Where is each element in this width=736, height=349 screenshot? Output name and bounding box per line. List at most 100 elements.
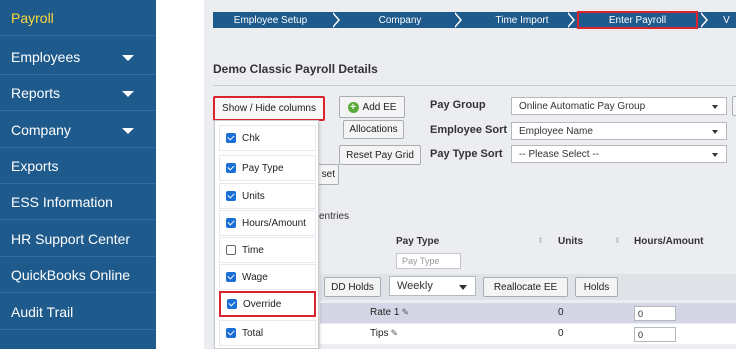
- sidebar-item-label: ESS Information: [11, 193, 113, 210]
- chevron-down-icon: [712, 153, 718, 157]
- column-toggle-time[interactable]: Time: [219, 237, 316, 263]
- column-toggle-label: Time: [242, 244, 264, 256]
- sidebar-item-label: Reports: [11, 84, 61, 101]
- sidebar-item-label: Employees: [11, 48, 81, 65]
- step-arrow-icon: [454, 12, 465, 28]
- sort-icon[interactable]: ⬍: [537, 236, 544, 245]
- column-header-pay-type[interactable]: Pay Type: [396, 236, 439, 247]
- column-toggle-wage[interactable]: Wage: [219, 264, 316, 290]
- units-cell: 0: [558, 307, 564, 318]
- column-toggle-chk[interactable]: Chk: [219, 125, 316, 151]
- employee-sort-label: Employee Sort: [430, 124, 508, 136]
- chevron-down-icon: [712, 130, 718, 134]
- pay-type-sort-label: Pay Type Sort: [430, 148, 503, 160]
- step-enter-payroll[interactable]: Enter Payroll: [577, 11, 698, 29]
- step-next[interactable]: V: [717, 12, 736, 28]
- step-company[interactable]: Company: [345, 12, 455, 28]
- add-ee-label: Add EE: [362, 101, 397, 113]
- column-toggle-label: Wage: [242, 271, 268, 283]
- column-visibility-menu: Chk Pay Type Units Hours/Amount Time Wag…: [214, 120, 319, 349]
- frequency-select[interactable]: Weekly: [389, 276, 476, 296]
- page-title: Demo Classic Payroll Details: [213, 62, 378, 76]
- frequency-value: Weekly: [397, 280, 433, 292]
- pay-group-label: Pay Group: [430, 99, 486, 111]
- checkbox-checked-icon[interactable]: [226, 272, 236, 282]
- column-header-units[interactable]: Units: [558, 236, 583, 247]
- dd-holds-button[interactable]: DD Holds: [324, 277, 381, 297]
- pencil-icon[interactable]: ✎: [401, 307, 409, 318]
- sidebar-item-label: HR Support Center: [11, 230, 131, 247]
- column-toggle-label: Total: [242, 327, 264, 339]
- pay-type-cell[interactable]: Tips ✎: [370, 328, 398, 339]
- column-toggle-pay-type[interactable]: Pay Type: [219, 155, 316, 181]
- divider: [213, 85, 736, 86]
- sidebar-item-audit-trail[interactable]: Audit Trail: [0, 294, 156, 330]
- column-toggle-label: Hours/Amount: [242, 217, 306, 229]
- sidebar-item-reports[interactable]: Reports: [0, 75, 156, 111]
- chevron-down-icon: [122, 55, 134, 61]
- employee-sort-value: Employee Name: [519, 125, 593, 137]
- sidebar-item-label: Company: [11, 121, 71, 138]
- checkbox-unchecked-icon[interactable]: [226, 245, 236, 255]
- sidebar-item-ess-information[interactable]: ESS Information: [0, 184, 156, 220]
- units-cell: 0: [558, 328, 564, 339]
- column-header-hours-amount[interactable]: Hours/Amount: [634, 236, 703, 247]
- sidebar-item-label: Exports: [11, 157, 59, 174]
- gutter: [156, 0, 204, 349]
- sidebar-item-label: Audit Trail: [11, 303, 74, 320]
- step-arrow-icon: [700, 12, 711, 28]
- checkbox-checked-icon[interactable]: [226, 328, 236, 338]
- column-toggle-label: Units: [242, 190, 265, 202]
- show-hide-columns-button[interactable]: Show / Hide columns: [213, 96, 325, 121]
- pay-group-select[interactable]: Online Automatic Pay Group: [511, 97, 727, 115]
- reset-button[interactable]: set: [316, 164, 339, 185]
- add-ee-button[interactable]: + Add EE: [339, 96, 405, 118]
- chevron-down-icon: [122, 128, 134, 134]
- column-toggle-units[interactable]: Units: [219, 183, 316, 209]
- sidebar-item-exports[interactable]: Exports: [0, 148, 156, 184]
- chevron-down-icon: [459, 285, 467, 290]
- sidebar-item-employees[interactable]: Employees: [0, 39, 156, 75]
- sidebar-item-payroll[interactable]: Payroll: [0, 0, 156, 36]
- pay-type-sort-select[interactable]: -- Please Select --: [511, 145, 727, 163]
- edit-pay-group-button[interactable]: [732, 96, 736, 116]
- allocations-button[interactable]: Allocations: [343, 120, 404, 139]
- sidebar-nav: Payroll Employees Reports Company Export…: [0, 0, 156, 349]
- checkbox-checked-icon[interactable]: [226, 191, 236, 201]
- pay-type-filter-input[interactable]: Pay Type: [396, 253, 461, 269]
- column-toggle-total[interactable]: Total: [219, 320, 316, 346]
- table-row: Rate 1 ✎ 0 0: [320, 303, 736, 323]
- holds-button[interactable]: Holds: [575, 277, 618, 297]
- plus-circle-icon: +: [347, 101, 359, 113]
- chevron-down-icon: [712, 105, 718, 109]
- entries-label: entries: [319, 211, 350, 222]
- checkbox-checked-icon[interactable]: [227, 299, 237, 309]
- checkbox-checked-icon[interactable]: [226, 163, 236, 173]
- step-employee-setup[interactable]: Employee Setup: [213, 12, 328, 28]
- checkbox-checked-icon[interactable]: [226, 133, 236, 143]
- sidebar-item-label: Payroll: [11, 9, 54, 26]
- sidebar-item-label: QuickBooks Online: [11, 266, 131, 283]
- pay-type-sort-value: -- Please Select --: [519, 148, 600, 160]
- column-toggle-hours-amount[interactable]: Hours/Amount: [219, 210, 316, 236]
- sort-icon[interactable]: ⬍: [614, 236, 621, 245]
- pay-type-value: Tips: [370, 328, 389, 339]
- employee-sort-select[interactable]: Employee Name: [511, 122, 727, 140]
- pay-type-cell[interactable]: Rate 1 ✎: [370, 307, 409, 318]
- hours-amount-input[interactable]: 0: [634, 306, 676, 321]
- reallocate-ee-button[interactable]: Reallocate EE: [483, 277, 568, 297]
- reset-pay-grid-button[interactable]: Reset Pay Grid: [339, 145, 421, 165]
- hours-amount-input[interactable]: 0: [634, 327, 676, 342]
- sidebar-item-hr-support-center[interactable]: HR Support Center: [0, 221, 156, 257]
- pencil-icon[interactable]: ✎: [391, 328, 399, 339]
- chevron-down-icon: [122, 91, 134, 97]
- column-toggle-label: Chk: [242, 132, 260, 144]
- checkbox-checked-icon[interactable]: [226, 218, 236, 228]
- step-arrow-icon: [332, 12, 343, 28]
- sidebar-item-quickbooks-online[interactable]: QuickBooks Online: [0, 257, 156, 293]
- pay-group-value: Online Automatic Pay Group: [519, 100, 646, 112]
- step-time-import[interactable]: Time Import: [467, 12, 577, 28]
- column-toggle-override[interactable]: Override: [219, 291, 316, 317]
- pay-type-value: Rate 1: [370, 307, 400, 318]
- sidebar-item-company[interactable]: Company: [0, 112, 156, 148]
